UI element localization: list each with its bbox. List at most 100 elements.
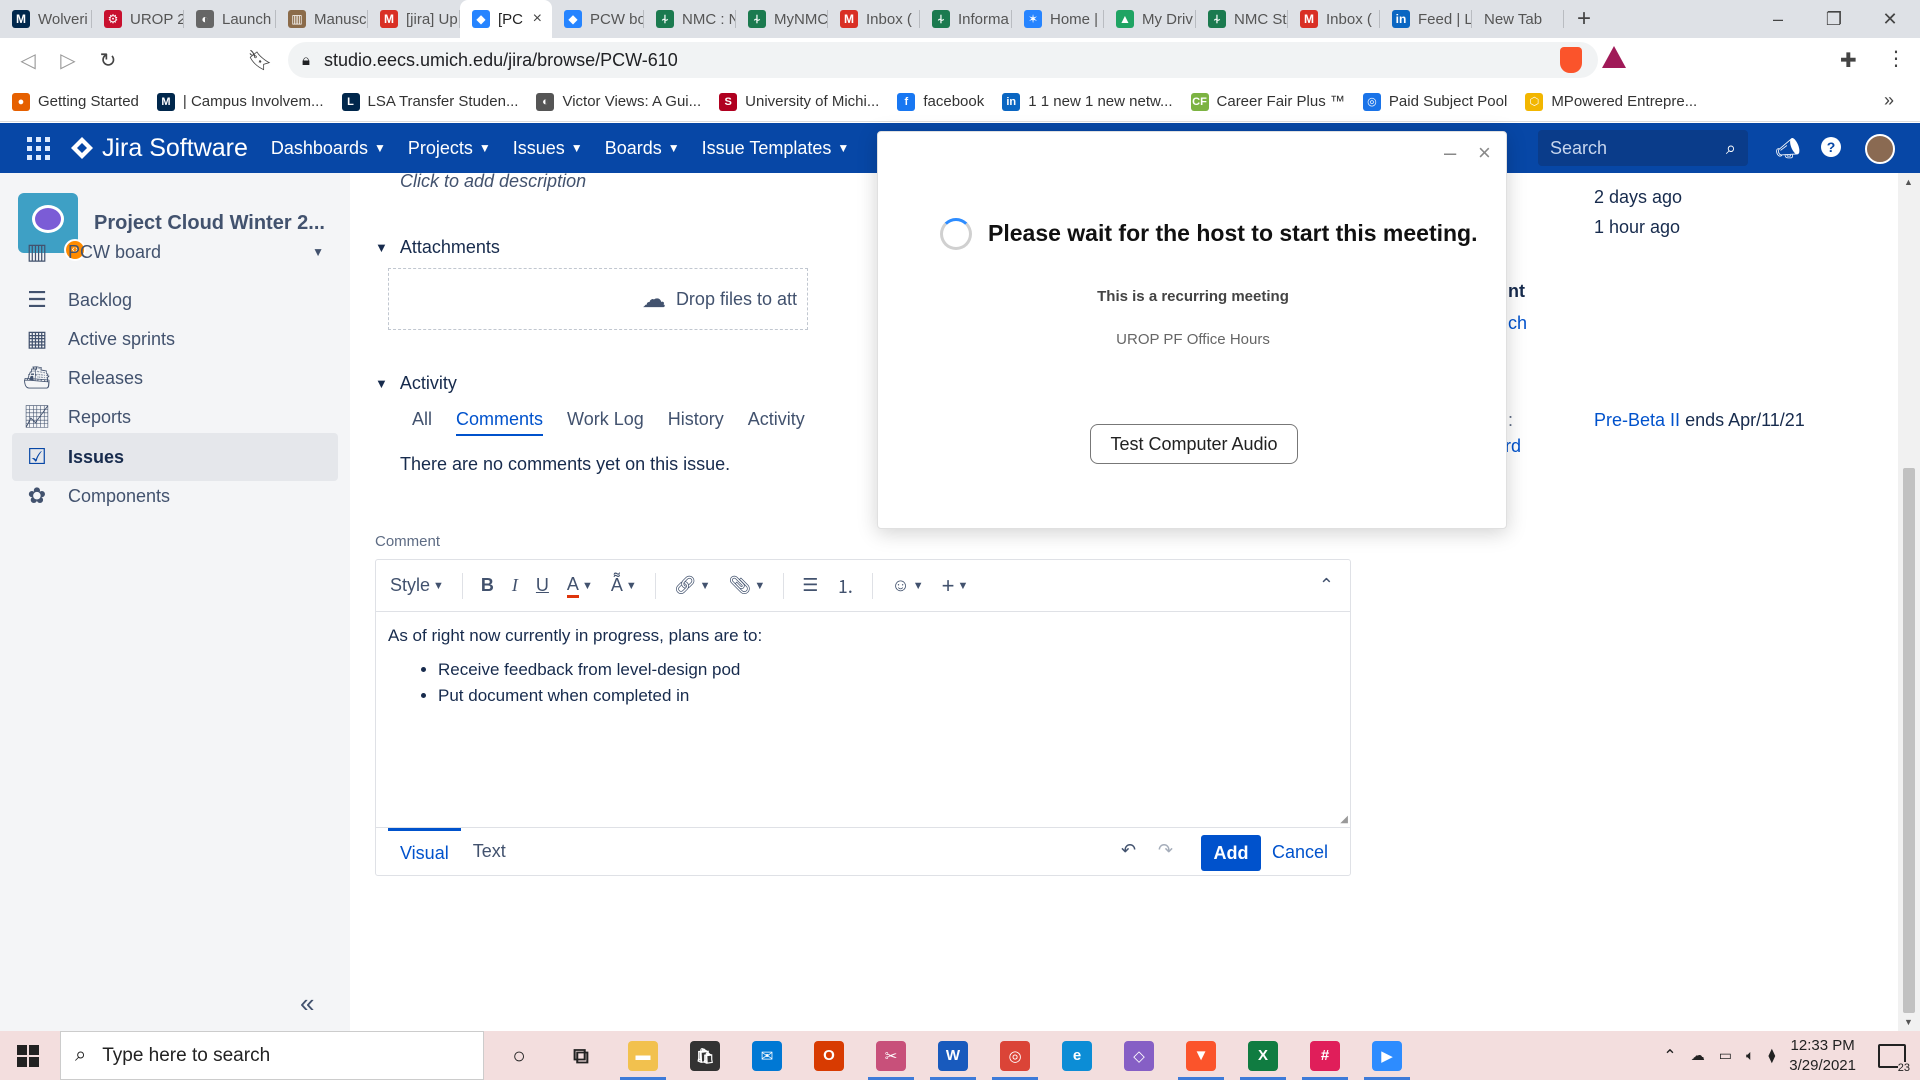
browser-tab[interactable]: ⍭ NMC : N [644, 0, 736, 38]
jira-nav-projects[interactable]: Projects ▼ [397, 138, 502, 159]
add-comment-button[interactable]: Add [1201, 835, 1261, 871]
user-avatar[interactable] [1865, 134, 1895, 164]
chrome-taskbar-button[interactable]: ◎ [984, 1031, 1046, 1080]
browser-tab[interactable]: ⍭ NMC St [1196, 0, 1288, 38]
browser-tab[interactable]: ◆ [PC × [460, 0, 552, 38]
chevron-up-icon[interactable]: ⌃ [1663, 1046, 1676, 1066]
visual-studio-taskbar-button[interactable]: ◇ [1108, 1031, 1170, 1080]
volume-icon[interactable]: 🔈︎ [1746, 1047, 1754, 1064]
store-taskbar-button[interactable]: 🛍 [674, 1031, 736, 1080]
sidebar-item-components[interactable]: ✿ Components [12, 472, 338, 520]
cortana-taskbar-button[interactable]: ○ [488, 1031, 550, 1080]
collapse-sidebar-icon[interactable]: « [300, 988, 314, 1019]
taskbar-search-input[interactable]: ⌕ Type here to search [60, 1031, 484, 1080]
slack-taskbar-button[interactable]: # [1294, 1031, 1356, 1080]
scroll-down-icon[interactable]: ▼ [1904, 1017, 1913, 1027]
cancel-comment-link[interactable]: Cancel [1272, 842, 1328, 863]
help-icon[interactable]: ? [1821, 137, 1841, 157]
app-switcher-icon[interactable] [20, 130, 56, 166]
bullet-list-icon[interactable]: ☰ [802, 575, 818, 596]
jira-nav-issues[interactable]: Issues ▼ [502, 138, 594, 159]
chevron-down-icon[interactable]: ▼ [312, 245, 324, 259]
tab-activity-all[interactable]: All [412, 409, 432, 436]
edge-taskbar-button[interactable]: e [1046, 1031, 1108, 1080]
redo-icon[interactable]: ↷ [1158, 840, 1173, 861]
bold-icon[interactable]: B [481, 575, 494, 596]
bookmark-item[interactable]: ◐ Victor Views: A Gui... [536, 92, 701, 111]
close-tab-icon[interactable]: × [533, 10, 542, 28]
file-explorer-taskbar-button[interactable]: ▬ [612, 1031, 674, 1080]
notification-center-icon[interactable]: 23 [1878, 1043, 1910, 1074]
word-taskbar-button[interactable]: W [922, 1031, 984, 1080]
browser-tab[interactable]: New Tab [1472, 0, 1564, 38]
excel-taskbar-button[interactable]: X [1232, 1031, 1294, 1080]
bookmark-item[interactable]: S University of Michi... [719, 92, 879, 111]
emoji-icon[interactable]: ☺ ▼ [891, 575, 923, 596]
new-tab-icon[interactable]: + [1564, 5, 1604, 33]
tab-text[interactable]: Text [461, 828, 518, 876]
description-field[interactable]: Click to add description [400, 171, 586, 192]
browser-tab[interactable]: M Inbox ( [1288, 0, 1380, 38]
extensions-icon[interactable]: ✚ [1840, 48, 1857, 73]
italic-icon[interactable]: I [512, 575, 518, 596]
bookmark-item[interactable]: L LSA Transfer Studen... [341, 92, 518, 111]
browser-tab[interactable]: ▲ My Driv [1104, 0, 1196, 38]
browser-tab[interactable]: M Wolveri [0, 0, 92, 38]
browser-tab[interactable]: ⍭ Informa [920, 0, 1012, 38]
more-formatting-icon[interactable]: A͌ ▼ [611, 575, 637, 596]
reload-icon[interactable]: ↻ [88, 40, 128, 80]
snip-taskbar-button[interactable]: ✂ [860, 1031, 922, 1080]
scroll-thumb[interactable] [1903, 468, 1915, 1013]
tab-activity-history[interactable]: History [668, 409, 724, 436]
attachments-section-toggle[interactable]: ▼ Attachments [375, 237, 500, 258]
minimize-icon[interactable]: – [1444, 140, 1456, 166]
browser-tab[interactable]: M [jira] Up [368, 0, 460, 38]
editor-body[interactable]: As of right now currently in progress, p… [376, 612, 1350, 830]
bookmark-item[interactable]: f facebook [897, 92, 984, 111]
underline-icon[interactable]: U [536, 575, 549, 596]
browser-tab[interactable]: ⍭ MyNMC [736, 0, 828, 38]
zoom-taskbar-button[interactable]: ▶ [1356, 1031, 1418, 1080]
bookmark-item[interactable]: CF Career Fair Plus ™ [1190, 92, 1345, 111]
office-taskbar-button[interactable]: O [798, 1031, 860, 1080]
browser-tab[interactable]: ✶ Home | [1012, 0, 1104, 38]
detail-clipped-link[interactable]: rd [1505, 436, 1521, 457]
sidebar-item-pcw-board[interactable]: ▥ PCW board ▼ [12, 228, 338, 276]
tab-visual[interactable]: Visual [388, 827, 461, 876]
dropbox-icon[interactable]: ⧫ [1768, 1047, 1775, 1064]
jira-search-input[interactable]: Search ⌕ [1538, 130, 1748, 166]
brave-taskbar-button[interactable]: ▼ [1170, 1031, 1232, 1080]
browser-tab[interactable]: ◆ PCW bo [552, 0, 644, 38]
onedrive-icon[interactable]: ☁︎ [1691, 1047, 1705, 1064]
attachments-dropzone[interactable]: ☁︎ Drop files to att [388, 268, 808, 330]
activity-section-toggle[interactable]: ▼ Activity [375, 373, 457, 394]
bookmark-item[interactable]: ● Getting Started [12, 92, 139, 111]
test-computer-audio-button[interactable]: Test Computer Audio [1090, 424, 1298, 464]
brave-shields-icon[interactable] [1560, 47, 1582, 73]
style-dropdown[interactable]: Style ▼ [390, 575, 444, 596]
resize-handle-icon[interactable]: ◢ [1340, 814, 1348, 825]
bookmark-item[interactable]: ◎ Paid Subject Pool [1362, 92, 1507, 111]
insert-more-icon[interactable]: + ▼ [942, 573, 969, 599]
page-scrollbar[interactable]: ▲ ▼ [1898, 173, 1920, 1031]
bookmark-item[interactable]: M | Campus Involvem... [156, 92, 324, 111]
bookmark-item[interactable]: in 1 1 new 1 new netw... [1002, 92, 1173, 111]
task-view-taskbar-button[interactable]: ⧉ [550, 1031, 612, 1080]
mail-taskbar-button[interactable]: ✉ [736, 1031, 798, 1080]
jira-nav-dashboards[interactable]: Dashboards ▼ [260, 138, 397, 159]
collapse-toolbar-icon[interactable]: ⌃ [1319, 575, 1334, 596]
tab-activity-activity[interactable]: Activity [748, 409, 805, 436]
browser-tab[interactable]: M Inbox ( [828, 0, 920, 38]
attachment-icon[interactable]: 📎︎ ▼ [728, 575, 765, 596]
jira-nav-issue-templates[interactable]: Issue Templates ▼ [691, 138, 861, 159]
close-window-icon[interactable]: ✕ [1862, 0, 1918, 38]
browser-menu-icon[interactable]: ⋮ [1886, 46, 1906, 71]
bookmark-item[interactable]: ⬡ MPowered Entrepre... [1525, 92, 1697, 111]
sprint-link[interactable]: Pre-Beta II [1594, 410, 1680, 430]
scroll-up-icon[interactable]: ▲ [1904, 177, 1913, 187]
minimize-window-icon[interactable]: – [1750, 0, 1806, 38]
battery-icon[interactable]: ▭ [1719, 1047, 1732, 1064]
undo-icon[interactable]: ↶ [1121, 840, 1136, 861]
browser-tab[interactable]: ◐ Launch [184, 0, 276, 38]
jira-nav-boards[interactable]: Boards ▼ [594, 138, 691, 159]
